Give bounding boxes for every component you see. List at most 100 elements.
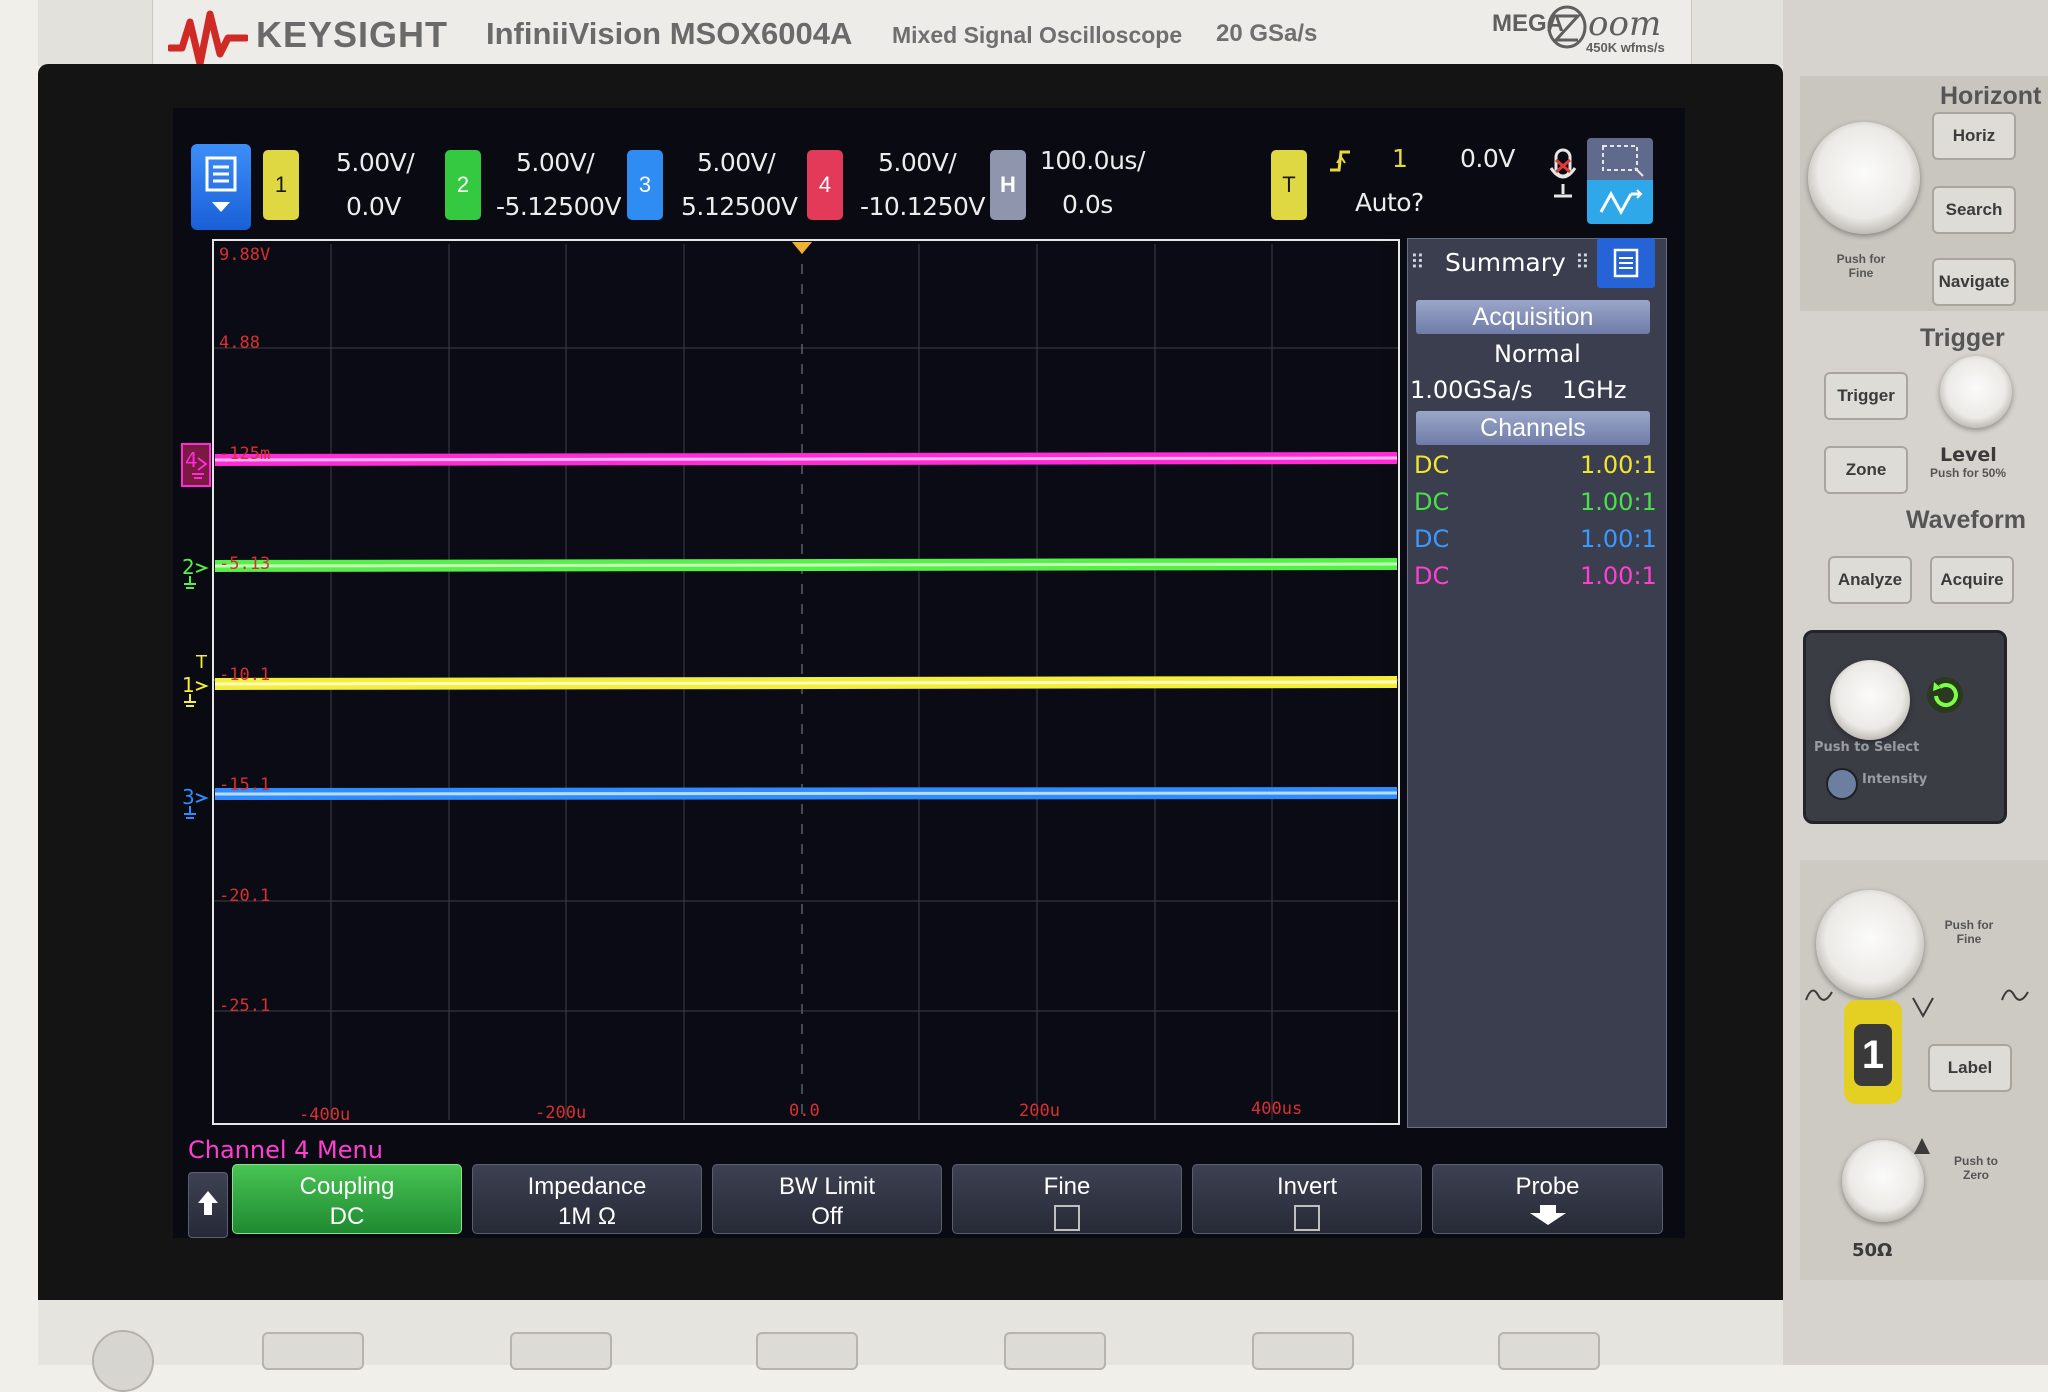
channel-1-badge[interactable]: 1 (263, 150, 299, 220)
label-button[interactable]: Label (1928, 1044, 2012, 1092)
search-button[interactable]: Search (1932, 186, 2016, 234)
brand-name: KEYSIGHT (256, 14, 449, 55)
impedance-softkey[interactable]: Impedance 1M Ω (472, 1164, 702, 1234)
trigger-source: 1 (1392, 144, 1408, 173)
channel-4-ground-marker[interactable]: 4 (180, 440, 214, 490)
arrow-up-icon (198, 1191, 218, 1215)
channel-2-number: 2 (456, 172, 470, 197)
main-menu-button[interactable] (191, 144, 251, 230)
softkey-6-hardware-button[interactable] (1498, 1332, 1600, 1370)
channel-2-probe-ratio: 1.00:1 (1580, 488, 1657, 516)
bw-limit-softkey[interactable]: BW Limit Off (712, 1164, 942, 1234)
channel-2-ground-marker[interactable]: 2 (180, 550, 214, 600)
trigger-label: T (1282, 172, 1296, 197)
channel-2-marker-label: 2 (182, 555, 195, 579)
bw-limit-value: Off (811, 1203, 843, 1230)
channel-3-ground-marker[interactable]: 3 (180, 780, 214, 830)
channel-3-marker-label: 3 (182, 785, 195, 809)
summary-title[interactable]: Summary (1445, 248, 1566, 277)
menu-back-up-button[interactable] (92, 1330, 154, 1392)
channel-scale-knob[interactable] (1816, 890, 1924, 998)
zone-button[interactable]: Zone (1824, 446, 1908, 494)
softkey-1-hardware-button[interactable] (262, 1332, 364, 1370)
x-axis-label: -400u (299, 1105, 350, 1125)
channel-4-offset: -10.1250V (860, 192, 986, 221)
megazoom-z-logo-icon (1547, 5, 1587, 49)
channel-2-trace-core (214, 562, 1398, 568)
summary-menu-button[interactable] (1597, 238, 1655, 288)
model-name: InfiniiVision MSOX6004A (486, 16, 853, 51)
channel-4-number: 4 (818, 172, 832, 197)
channel-2-badge[interactable]: 2 (445, 150, 481, 220)
softkey-3-hardware-button[interactable] (756, 1332, 858, 1370)
sine-wave-small-icon (1912, 997, 1934, 1019)
softkey-4-hardware-button[interactable] (1004, 1332, 1106, 1370)
waveform-section-title: Waveform (1906, 506, 2026, 534)
megazoom-rate: 450K wfms/s (1586, 40, 1665, 55)
channel-3-coupling: DC (1414, 525, 1450, 553)
analyze-button[interactable]: Analyze (1828, 556, 1912, 604)
y-axis-label: -5.13 (219, 554, 270, 574)
channel-4-marker-label: 4 (185, 448, 198, 472)
acquire-button[interactable]: Acquire (1930, 556, 2014, 604)
channel-1-button[interactable]: 1 (1854, 1024, 1892, 1086)
channel-3-number: 3 (638, 172, 652, 197)
channel-1-coupling: DC (1414, 451, 1450, 479)
y-axis-label: 4.88 (219, 333, 260, 353)
softkey-5-hardware-button[interactable] (1252, 1332, 1354, 1370)
intensity-button[interactable] (1826, 768, 1858, 800)
summary-drag-handle-icon[interactable]: ⠿ (1410, 250, 1425, 274)
probe-softkey[interactable]: Probe (1432, 1164, 1663, 1234)
waveform-touch-icon (1599, 189, 1643, 216)
trigger-level-knob[interactable] (1940, 356, 2012, 428)
invert-checkbox-icon (1294, 1205, 1320, 1231)
invert-softkey[interactable]: Invert (1192, 1164, 1422, 1234)
channel-3-badge[interactable]: 3 (627, 150, 663, 220)
level-label: Level (1940, 444, 1997, 466)
horizontal-scale-knob[interactable] (1808, 122, 1920, 234)
touch-mode-button[interactable] (1587, 180, 1653, 224)
x-axis-label: 0.0 (789, 1101, 820, 1121)
invert-label: Invert (1276, 1173, 1338, 1200)
summary-drag-handle-icon[interactable]: ⠿ (1575, 250, 1590, 274)
menu-up-button[interactable] (188, 1172, 228, 1238)
push-to-zero-label: Push to Zero (1954, 1154, 1998, 1182)
horiz-button[interactable]: Horiz (1932, 112, 2016, 160)
horizontal-section-title: Horizont (1940, 82, 2042, 110)
channel-4-badge[interactable]: 4 (807, 150, 843, 220)
entry-knob[interactable] (1830, 660, 1910, 740)
trigger-section-title: Trigger (1920, 324, 2005, 352)
rising-edge-trigger-icon (1330, 150, 1350, 172)
navigate-button[interactable]: Navigate (1932, 258, 2016, 306)
channel-3-probe-ratio: 1.00:1 (1580, 525, 1657, 553)
x-axis-label: 400us (1251, 1099, 1302, 1119)
probe-label: Probe (1515, 1173, 1580, 1200)
menu-list-icon (205, 156, 237, 212)
sine-wave-icon (1805, 989, 1833, 1001)
channel-1-number: 1 (274, 172, 288, 197)
channel-2-scale: 5.00V/ (516, 148, 595, 177)
waveform-graticule[interactable]: 9.88V 4.88 -125m -5.13 -10.1 -15.1 -20.1… (183, 238, 1401, 1126)
channel-1-ground-marker[interactable]: 1 (180, 668, 214, 718)
y-axis-label: -125m (219, 444, 270, 464)
fine-softkey[interactable]: Fine (952, 1164, 1182, 1234)
zoom-box-button[interactable] (1587, 138, 1653, 180)
model-sample-rate: 20 GSa/s (1216, 20, 1318, 47)
channel-1-probe-ratio: 1.00:1 (1580, 451, 1657, 479)
y-axis-label: -20.1 (219, 886, 270, 906)
channel-3-trace-core (214, 791, 1398, 796)
coupling-label: Coupling (299, 1173, 395, 1200)
trigger-mode: Auto? (1355, 188, 1424, 217)
channels-header: Channels (1416, 411, 1650, 445)
trigger-button[interactable]: Trigger (1824, 372, 1908, 420)
keysight-logo-icon (168, 10, 248, 68)
x-axis-label: -200u (535, 1103, 586, 1123)
softkey-2-hardware-button[interactable] (510, 1332, 612, 1370)
trigger-badge[interactable]: T (1271, 150, 1307, 220)
coupling-softkey[interactable]: Coupling DC (232, 1164, 462, 1234)
summary-panel[interactable] (1407, 238, 1667, 1128)
acquisition-sample-rate: 1.00GSa/s (1410, 376, 1533, 404)
microphone-muted-icon[interactable] (1546, 146, 1580, 202)
entry-knob-indicator-icon (1927, 677, 1963, 713)
horizontal-badge[interactable]: H (990, 150, 1026, 220)
